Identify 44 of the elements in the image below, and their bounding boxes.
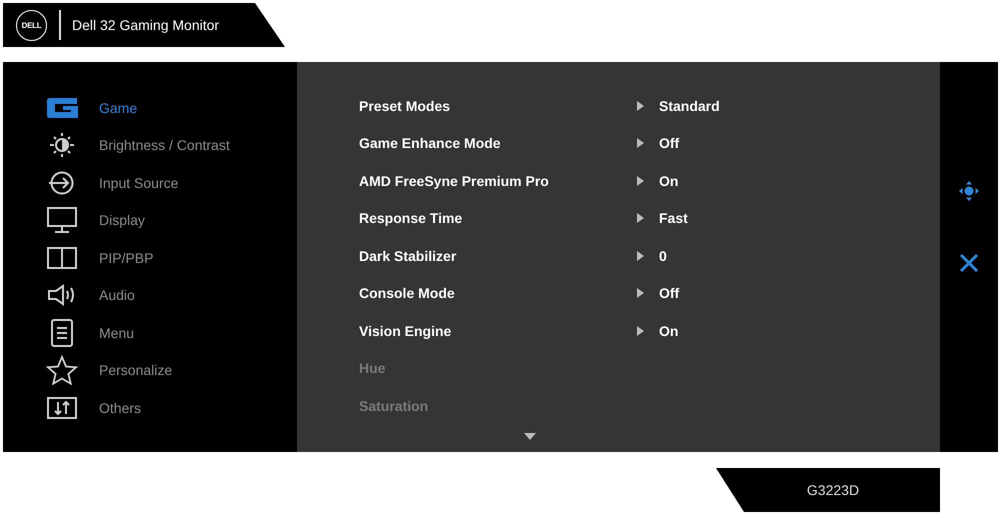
menu-item[interactable]: Audio xyxy=(3,276,297,314)
arrow-right-icon xyxy=(637,250,644,261)
setting-label[interactable]: AMD FreeSyne Premium Pro xyxy=(359,172,637,189)
arrow-right-icon xyxy=(637,100,644,111)
setting-value: Standard xyxy=(659,98,720,114)
menu-item[interactable]: Others xyxy=(3,389,297,426)
setting-value: On xyxy=(659,322,678,339)
arrow-right-icon xyxy=(637,288,644,298)
monitor-icon xyxy=(46,206,78,234)
menu-item[interactable]: Brightness / Contrast xyxy=(3,126,297,164)
setting-value: Off xyxy=(659,285,680,302)
adjust-arrows-icon xyxy=(46,396,78,420)
setting-value: Fast xyxy=(659,210,688,226)
setting-label[interactable]: Dark Stabilizer xyxy=(359,248,637,264)
menu-item[interactable]: Display xyxy=(3,202,297,239)
menu-item[interactable]: Personalize xyxy=(3,352,297,389)
brand-logo: DELL xyxy=(16,10,47,40)
arrow-right-icon xyxy=(637,138,644,148)
star-icon xyxy=(46,355,78,386)
setting-label[interactable]: Preset Modes xyxy=(359,98,637,114)
menu-item[interactable]: PIP/PBP xyxy=(3,239,297,276)
menu-item[interactable]: Menu xyxy=(3,314,297,352)
setting-label[interactable]: Vision Engine xyxy=(359,322,637,339)
scroll-down-icon[interactable] xyxy=(524,433,536,440)
model-name: G3223D xyxy=(806,482,860,498)
close-icon[interactable] xyxy=(959,253,979,273)
brightness-icon xyxy=(47,132,77,158)
monitor-title: Dell 32 Gaming Monitor xyxy=(72,17,220,33)
navigate-icon[interactable] xyxy=(959,181,979,201)
setting-value: 0 xyxy=(659,248,667,264)
arrow-right-icon xyxy=(637,326,644,336)
setting-value: On xyxy=(659,172,678,189)
setting-label[interactable]: Response Time xyxy=(359,210,637,226)
document-icon xyxy=(49,318,75,348)
split-screen-icon xyxy=(46,246,78,270)
arrow-right-icon xyxy=(637,213,644,224)
g-letter-icon xyxy=(45,96,79,119)
menu-item[interactable]: Input Source xyxy=(3,164,297,202)
speaker-icon xyxy=(47,284,77,306)
arrow-right-icon xyxy=(637,176,644,186)
setting-label[interactable]: Game Enhance Mode xyxy=(359,135,637,152)
menu-item[interactable]: Game xyxy=(3,89,297,126)
setting-label[interactable]: Console Mode xyxy=(359,285,637,302)
setting-value: Off xyxy=(659,135,680,152)
